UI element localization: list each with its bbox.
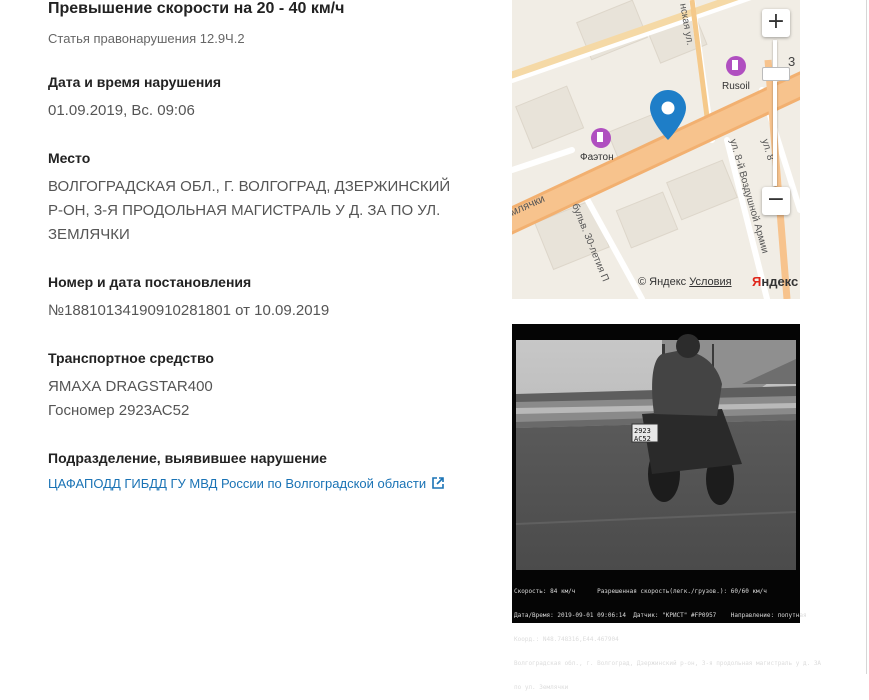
place-label: Место	[48, 150, 91, 166]
caption-line: Скорость: 84 км/ч Разрешенная скорость(л…	[514, 588, 767, 595]
map-canvas: Rusoil Фаэтон млячки нская ул. бульв. 30…	[512, 0, 800, 299]
map-zoom-in-button[interactable]: +	[762, 9, 790, 37]
map-label-rusoil: Rusoil	[722, 81, 750, 92]
fuel-icon	[591, 128, 611, 148]
map-label-faeton: Фаэтон	[580, 152, 614, 163]
department-label: Подразделение, выявившее нарушение	[48, 450, 327, 466]
decree-value: №18810134190910281801 от 10.09.2019	[48, 302, 330, 319]
right-border	[866, 0, 867, 674]
fuel-icon	[726, 56, 746, 76]
place-line: Р-ОН, 3-Я ПРОДОЛЬНАЯ МАГИСТРАЛЬ У Д. ЗА …	[48, 202, 441, 219]
violation-article: Статья правонарушения 12.9Ч.2	[48, 31, 245, 46]
license-plate-line2: АС52	[634, 435, 651, 443]
caption-line: Дата/Время: 2019-09-01 09:06:14 Датчик: …	[514, 612, 807, 619]
place-value: ВОЛГОГРАДСКАЯ ОБЛ., Г. ВОЛГОГРАД, ДЗЕРЖИ…	[48, 175, 488, 247]
license-plate-line1: 2923	[634, 427, 651, 435]
datetime-value: 01.09.2019, Вс. 09:06	[48, 102, 195, 119]
vehicle-plate: Госномер 2923АС52	[48, 402, 190, 419]
violation-title: Превышение скорости на 20 - 40 км/ч	[48, 0, 345, 17]
map-copyright-text: © Яндекс	[638, 276, 687, 288]
place-line: ВОЛГОГРАДСКАЯ ОБЛ., Г. ВОЛГОГРАД, ДЗЕРЖИ…	[48, 178, 451, 195]
vehicle-label: Транспортное средство	[48, 350, 214, 366]
caption-line: Волгоградская обл., г. Волгоград, Дзержи…	[514, 660, 822, 667]
department-link-text: ЦАФАПОДД ГИБДД ГУ МВД России по Волгогра…	[48, 476, 427, 491]
map-terms-link[interactable]: Условия	[689, 276, 731, 288]
caption-line: Коорд.: N48.748316,E44.467904	[514, 636, 619, 643]
map-zoom-slider[interactable]	[773, 40, 777, 186]
place-line: ЗЕМЛЯЧКИ	[48, 226, 130, 243]
vehicle-model: ЯМАХА DRAGSTAR400	[48, 378, 213, 395]
location-map[interactable]: Rusoil Фаэтон млячки нская ул. бульв. 30…	[512, 0, 800, 299]
department-link[interactable]: ЦАФАПОДД ГИБДД ГУ МВД России по Волгогра…	[48, 476, 444, 492]
caption-line: по ул. Землячки	[514, 684, 569, 691]
map-copyright: © Яндекс Условия	[638, 276, 732, 288]
map-zoom-out-button[interactable]: −	[762, 187, 790, 215]
datetime-label: Дата и время нарушения	[48, 74, 222, 90]
yandex-logo: Яндекс	[752, 274, 799, 289]
external-link-icon	[432, 477, 444, 492]
decree-label: Номер и дата постановления	[48, 274, 252, 290]
map-zoom-thumb[interactable]	[762, 67, 790, 81]
camera-photo-caption: Скорость: 84 км/ч Разрешенная скорость(л…	[514, 572, 822, 700]
